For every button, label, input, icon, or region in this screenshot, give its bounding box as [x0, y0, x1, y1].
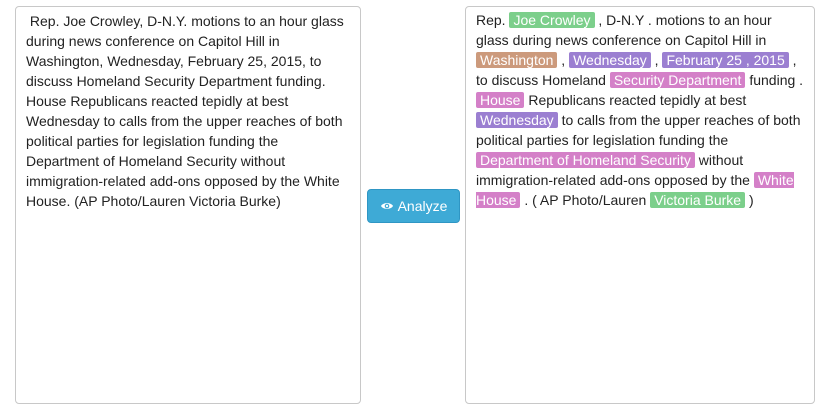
output-text: ,	[650, 52, 663, 68]
input-panel: Rep. Joe Crowley, D-N.Y. motions to an h…	[15, 6, 361, 404]
annotated-output: Rep. Joe Crowley , D-N.Y . motions to an…	[466, 7, 814, 210]
entity-person: Joe Crowley	[509, 12, 595, 28]
output-panel: Rep. Joe Crowley , D-N.Y . motions to an…	[465, 6, 815, 404]
output-text: Republicans reacted tepidly at best	[524, 92, 747, 108]
entity-date: February 25 , 2015	[662, 52, 789, 68]
output-text: . ( AP Photo/Lauren	[520, 192, 651, 208]
input-textarea[interactable]: Rep. Joe Crowley, D-N.Y. motions to an h…	[16, 7, 360, 403]
analyze-button-label: Analyze	[397, 198, 448, 214]
output-text: ,	[557, 52, 570, 68]
entity-date: Wednesday	[476, 112, 558, 128]
output-text: Rep.	[476, 12, 510, 28]
entity-org: Security Department	[609, 72, 746, 88]
entity-org: House	[476, 92, 525, 108]
entity-location: Washington	[476, 52, 558, 68]
output-text: funding .	[745, 72, 804, 88]
entity-org: Department of Homeland Security	[476, 152, 695, 168]
output-text: )	[745, 192, 754, 208]
entity-date: Wednesday	[569, 52, 651, 68]
entity-person: Victoria Burke	[650, 192, 746, 208]
analyze-button[interactable]: Analyze	[367, 189, 460, 223]
eye-icon	[380, 201, 394, 211]
